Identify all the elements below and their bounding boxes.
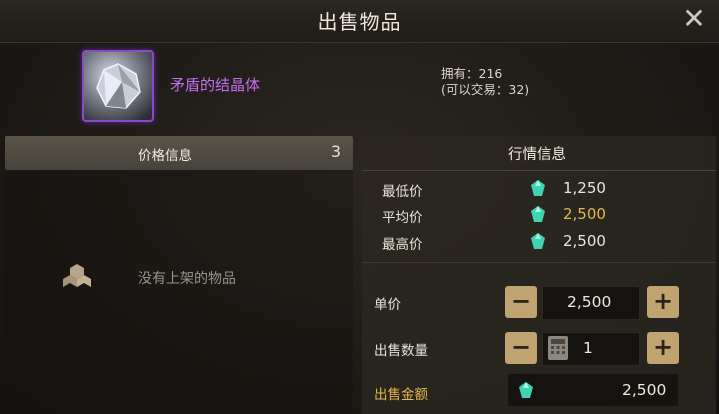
unit-price-label: 单价: [374, 297, 401, 313]
listings-header[interactable]: 价格信息 3: [5, 136, 353, 170]
total-label: 出售金额: [374, 387, 428, 403]
divider: [362, 262, 716, 263]
quantity-label: 出售数量: [374, 343, 428, 359]
listings-count: 3: [330, 142, 341, 161]
listings-header-label: 价格信息: [138, 148, 192, 164]
gem-icon: [531, 206, 545, 222]
avg-price-value: 2,500: [563, 205, 606, 223]
min-price-label: 最低价: [382, 184, 423, 200]
owned-info: 拥有：216 (可以交易：32): [441, 66, 529, 98]
avg-price-label: 平均价: [382, 210, 423, 226]
page-title: 出售物品: [317, 10, 402, 34]
unit-price-input[interactable]: 2,500: [542, 286, 640, 320]
calculator-icon[interactable]: [548, 336, 568, 360]
gem-icon: [519, 382, 533, 398]
max-price-value: 2,500: [563, 232, 606, 250]
tradable-count: (可以交易：32): [441, 82, 530, 97]
min-price-value: 1,250: [563, 179, 606, 197]
empty-box-icon: [63, 264, 91, 287]
unit-price-increase-button[interactable]: +: [647, 286, 679, 318]
gem-icon: [531, 233, 545, 249]
item-name: 矛盾的结晶体: [170, 76, 261, 94]
market-panel: [362, 136, 716, 414]
item-icon-frame[interactable]: [82, 50, 154, 122]
gem-icon: [531, 180, 545, 196]
unit-price-decrease-button[interactable]: −: [505, 286, 537, 318]
market-header: 行情信息: [508, 147, 566, 163]
max-price-label: 最高价: [382, 237, 423, 253]
quantity-value: 1: [583, 339, 593, 357]
close-button[interactable]: ✕: [679, 4, 709, 34]
quantity-decrease-button[interactable]: −: [505, 332, 537, 364]
total-value: 2,500: [622, 381, 667, 399]
crystal-icon: [96, 63, 141, 109]
owned-count: 拥有：216: [441, 66, 503, 81]
divider: [362, 170, 716, 171]
empty-listings-text: 没有上架的物品: [138, 271, 236, 287]
unit-price-value: 2,500: [567, 293, 612, 311]
quantity-increase-button[interactable]: +: [647, 332, 679, 364]
close-icon[interactable]: ✕: [682, 2, 705, 35]
